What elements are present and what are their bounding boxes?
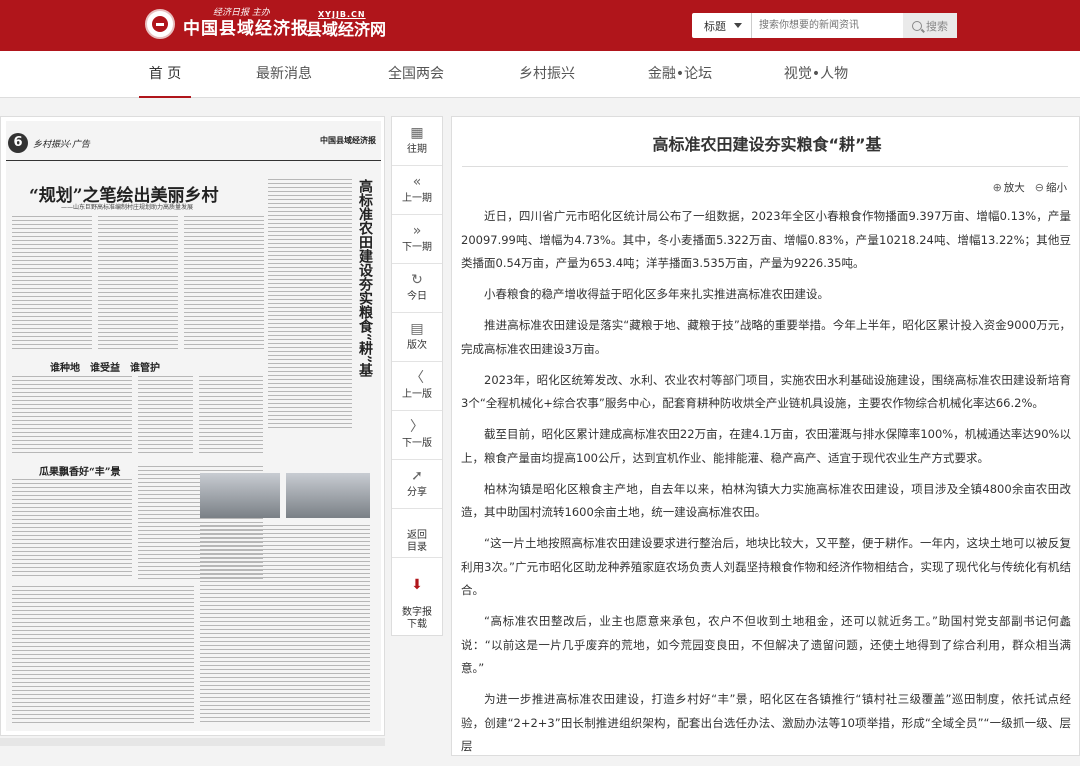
paper-text-block — [12, 376, 132, 456]
title-divider — [462, 166, 1068, 167]
paper-vertical-headline[interactable]: 高标准农田建设夯实粮食“耕”基 — [355, 179, 373, 377]
paper-text-block — [268, 179, 352, 429]
article-paragraph: 为进一步推进高标准农田建设，打造乡村好“丰”景，昭化区在各镇推行“镇村社三级覆盖… — [461, 692, 1071, 753]
paper-text-block — [138, 376, 193, 456]
paper-text-block — [12, 216, 92, 351]
nav-item-latest[interactable]: 最新消息 — [249, 51, 319, 98]
paper-text-block — [12, 479, 132, 579]
zoom-in-button[interactable]: ⊕ 放大 — [993, 180, 1025, 195]
logo2-main-text: 县域经济网 — [306, 20, 387, 39]
toolbar-next-issue[interactable]: » 下一期 — [392, 215, 442, 264]
paper-subheadline-1[interactable]: 谁种地 谁受益 谁管护 — [50, 359, 160, 374]
nav-item-rural[interactable]: 乡村振兴 — [512, 51, 582, 98]
search-type-select[interactable]: 标题 — [692, 13, 752, 38]
paper-text-block — [184, 216, 264, 351]
zoom-controls: ⊕ 放大 ⊖ 缩小 — [993, 180, 1067, 195]
article-paragraph: “高标准农田整改后，业主也愿意来承包，农户不但收到土地租金，还可以就近务工。”助… — [461, 614, 1071, 675]
article-panel: 高标准农田建设夯实粮食“耕”基 ⊕ 放大 ⊖ 缩小 近日，四川省广元市昭化区统计局公… — [451, 116, 1080, 756]
double-chevron-right-icon: » — [412, 223, 422, 239]
circle-chevron-right-icon: 〉 — [410, 419, 424, 435]
toolbar-archive[interactable]: ▦ 往期 — [392, 117, 442, 166]
paper-text-block — [98, 216, 178, 351]
paper-photo — [286, 473, 370, 518]
paper-subheadline-2[interactable]: 瓜果飘香好“丰”景 — [39, 463, 121, 478]
toolbar-download[interactable]: ⬇ 数字报 下载 — [392, 558, 442, 636]
article-paragraph: 推进高标准农田建设是落实“藏粮于地、藏粮于技”战略的重要举措。今年上半年，昭化区… — [461, 318, 1071, 356]
paper-text-block — [199, 376, 263, 456]
toolbar-page-list[interactable]: ▤ 版次 — [392, 313, 442, 362]
search-type-label: 标题 — [704, 19, 726, 33]
logo-sub-text: 经济日报 主办 — [213, 8, 270, 18]
zoom-out-icon: ⊖ — [1034, 181, 1044, 194]
nav-item-finance[interactable]: 金融•论坛 — [644, 51, 716, 98]
reader-toolbar: ▦ 往期 « 上一期 » 下一期 ↻ 今日 ▤ 版次 〈 上一版 〉 下一版 ➚… — [391, 116, 443, 636]
paper-text-block — [12, 586, 194, 726]
circle-chevron-left-icon: 〈 — [410, 370, 424, 386]
newspaper-page-image: 6 乡村振兴·广告 中国县域经济报 “规划”之笔绘出美丽乡村 ——山东巨野高标准… — [6, 121, 381, 731]
toolbar-next-page[interactable]: 〉 下一版 — [392, 411, 442, 460]
logo-main-text: 中国县域经济报 — [183, 19, 309, 39]
search-input[interactable] — [752, 13, 903, 38]
article-body: 近日，四川省广元市昭化区统计局公布了一组数据，2023年全区小春粮食作物播面9.… — [461, 205, 1071, 766]
paper-headline-sub: ——山东巨野高标准编制村庄规划助力高质量发展 — [61, 204, 194, 211]
nav-item-home[interactable]: 首 页 — [139, 51, 191, 98]
double-chevron-left-icon: « — [412, 174, 422, 190]
search-button[interactable]: 搜索 — [903, 13, 957, 38]
toolbar-prev-page[interactable]: 〈 上一版 — [392, 362, 442, 411]
list-icon: ▤ — [410, 321, 424, 337]
page-footer-strip — [0, 738, 385, 746]
nav-item-visual[interactable]: 视觉•人物 — [779, 51, 853, 98]
toolbar-today[interactable]: ↻ 今日 — [392, 264, 442, 313]
toolbar-share[interactable]: ➚ 分享 — [392, 460, 442, 509]
search-icon — [912, 20, 922, 31]
paper-section-name: 乡村振兴·广告 — [33, 140, 90, 150]
calendar-icon: ▦ — [410, 125, 424, 141]
article-paragraph: “这一片土地按照高标准农田建设要求进行整治后，地块比较大，又平整，便于耕作。一年… — [461, 536, 1071, 597]
article-title: 高标准农田建设夯实粮食“耕”基 — [652, 135, 882, 154]
search-bar: 标题 搜索 — [692, 13, 957, 38]
download-icon: ⬇ — [411, 577, 423, 593]
toolbar-back-to-index[interactable]: 返回 目录 — [392, 509, 442, 558]
newspaper-page-view[interactable]: 6 乡村振兴·广告 中国县域经济报 “规划”之笔绘出美丽乡村 ——山东巨野高标准… — [0, 116, 385, 736]
paper-page-number: 6 — [8, 133, 28, 153]
paper-text-block — [200, 525, 370, 725]
logo-emblem-icon — [145, 8, 175, 39]
site-logo-secondary[interactable]: XYJJB.CN 县域经济网 — [306, 10, 386, 41]
article-paragraph: 截至目前，昭化区累计建成高标准农田22万亩，在建4.1万亩，农田灌溉与排水保障率… — [461, 427, 1071, 465]
main-nav: 首 页 最新消息 全国两会 乡村振兴 金融•论坛 视觉•人物 — [0, 51, 1080, 98]
nav-item-two-sessions[interactable]: 全国两会 — [381, 51, 451, 98]
paper-photo — [200, 473, 280, 518]
zoom-out-button[interactable]: ⊖ 缩小 — [1035, 180, 1067, 195]
dropdown-arrow-icon — [734, 23, 742, 28]
site-logo[interactable]: 经济日报 主办 中国县域经济报 — [145, 8, 309, 39]
article-paragraph: 2023年，昭化区统筹发改、水利、农业农村等部门项目，实施农田水利基础设施建设，… — [461, 372, 1071, 411]
article-paragraph: 近日，四川省广元市昭化区统计局公布了一组数据，2023年全区小春粮食作物播面9.… — [461, 209, 1071, 270]
toolbar-prev-issue[interactable]: « 上一期 — [392, 166, 442, 215]
paper-page-header: 6 乡村振兴·广告 中国县域经济报 — [6, 133, 381, 161]
logo2-url-text: XYJJB.CN — [318, 10, 366, 19]
paper-masthead: 中国县域经济报 — [320, 135, 376, 145]
article-paragraph: 柏林沟镇是昭化区粮食主产地，自去年以来，柏林沟镇大力实施高标准农田建设，项目涉及… — [461, 481, 1071, 520]
zoom-in-icon: ⊕ — [992, 181, 1002, 194]
article-paragraph: 小春粮食的稳产增收得益于昭化区多年来扎实推进高标准农田建设。 — [484, 287, 829, 301]
refresh-icon: ↻ — [411, 272, 423, 288]
top-header: 经济日报 主办 中国县域经济报 XYJJB.CN 县域经济网 标题 搜索 — [0, 0, 1080, 51]
search-button-label: 搜索 — [926, 19, 948, 33]
share-icon: ➚ — [411, 468, 423, 484]
